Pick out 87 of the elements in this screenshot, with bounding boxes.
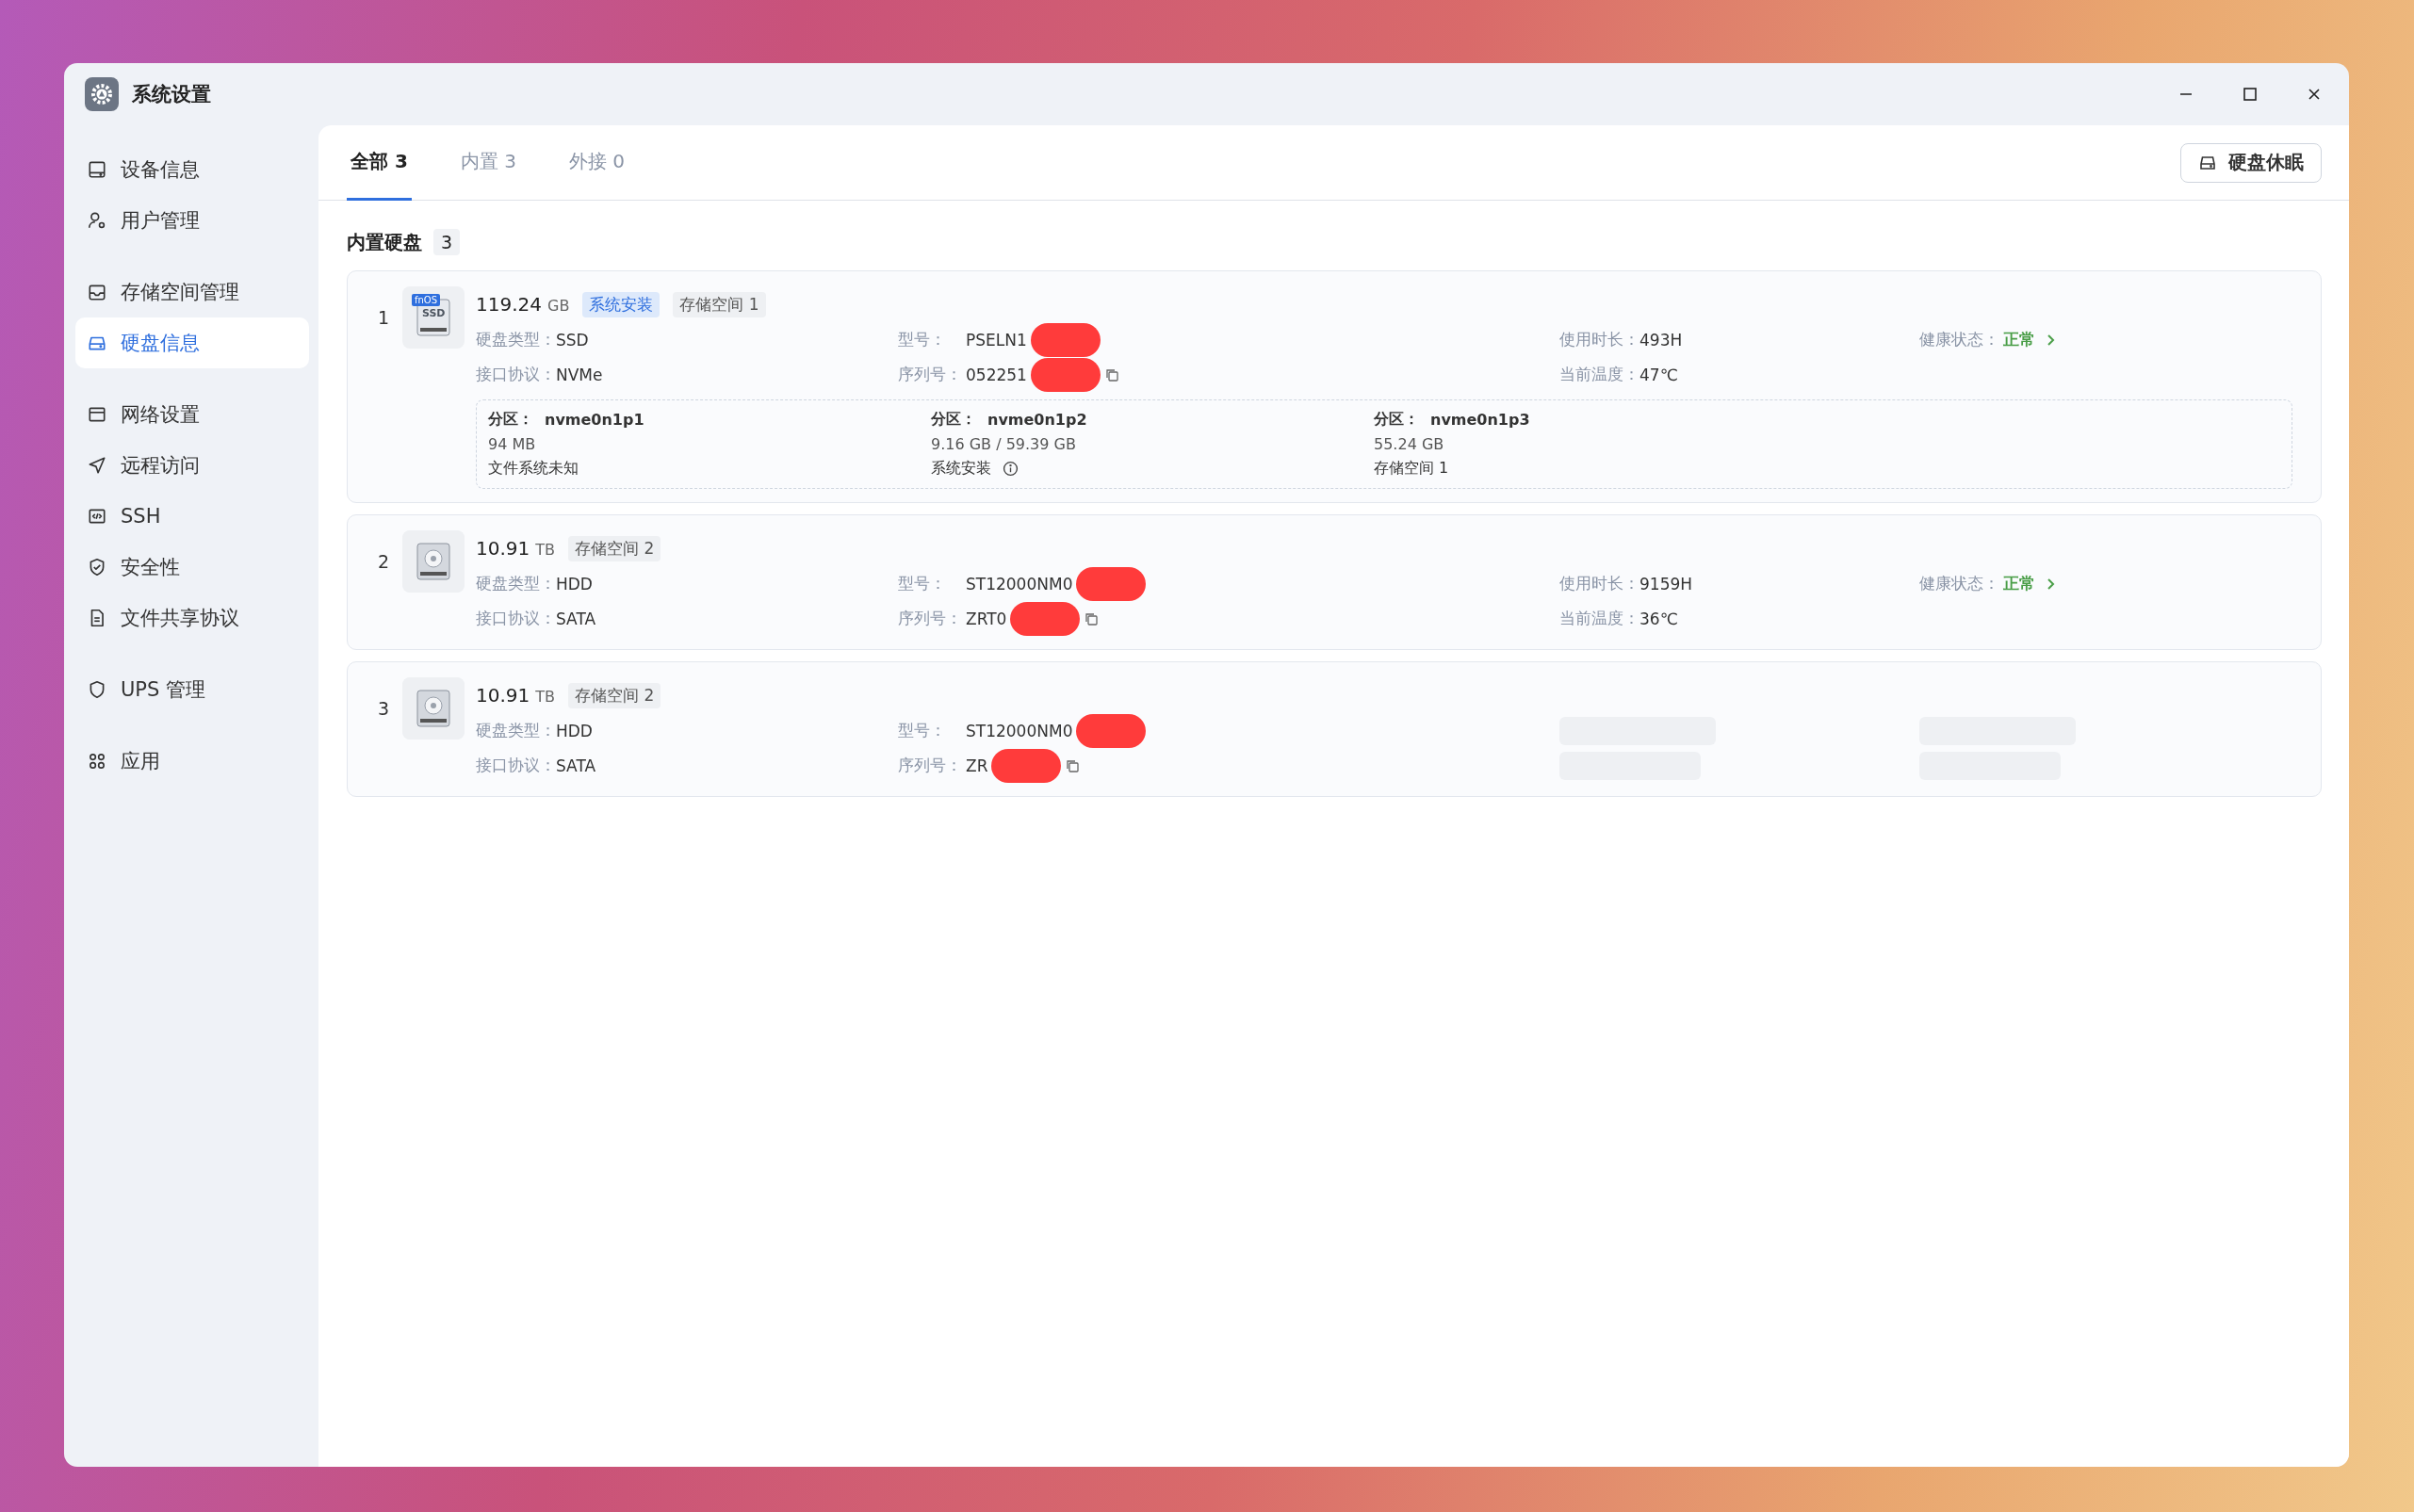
- partition-size: 55.24 GB: [1374, 435, 1445, 453]
- disk-size: 10.91: [476, 537, 530, 560]
- sidebar-item[interactable]: 网络设置: [75, 389, 309, 440]
- field-label: 序列号：: [898, 755, 963, 776]
- field-value: ZR: [966, 756, 988, 775]
- field-value: ZRT0: [966, 609, 1007, 628]
- field-label: 分区：: [1374, 410, 1419, 430]
- field-label: 序列号：: [898, 608, 963, 629]
- partition-usage: 存储空间 1: [1374, 459, 1449, 479]
- field-label: 硬盘类型：: [476, 720, 556, 741]
- size-unit: TB: [535, 688, 555, 706]
- field-label: 接口协议：: [476, 608, 556, 629]
- sidebar-item[interactable]: 设备信息: [75, 144, 309, 195]
- sidebar-item[interactable]: 硬盘信息: [75, 317, 309, 368]
- field-label: 分区：: [931, 410, 976, 430]
- field-value: SATA: [556, 609, 596, 628]
- tag: 系统安装: [582, 291, 661, 317]
- sidebar-item[interactable]: 安全性: [75, 542, 309, 593]
- field-value: SATA: [556, 756, 596, 775]
- tab[interactable]: 全部 3: [347, 125, 412, 201]
- sidebar-item[interactable]: 文件共享协议: [75, 593, 309, 643]
- field-value: 493H: [1639, 330, 1683, 350]
- tag: 存储空间 2: [568, 535, 661, 561]
- field-label: 硬盘类型：: [476, 573, 556, 594]
- sidebar-item[interactable]: 用户管理: [75, 195, 309, 246]
- copy-icon[interactable]: [1065, 757, 1081, 773]
- field-label: 型号：: [898, 329, 947, 350]
- tag: 存储空间 2: [568, 682, 661, 708]
- user-gear-icon: [87, 210, 107, 231]
- grid-icon: [87, 751, 107, 772]
- field-label: 健康状态：: [1919, 573, 1999, 594]
- copy-icon[interactable]: [1084, 610, 1100, 626]
- partition-size: 94 MB: [488, 435, 537, 453]
- disk-number: 2: [377, 550, 391, 574]
- field-label: 序列号：: [898, 364, 963, 385]
- field-value: NVMe: [556, 365, 603, 384]
- field-label: 型号：: [898, 573, 947, 594]
- field-value: 9159H: [1639, 574, 1693, 593]
- field-value: SSD: [556, 330, 589, 350]
- field-label: 接口协议：: [476, 755, 556, 776]
- partition-name: nvme0n1p3: [1430, 411, 1530, 429]
- field-value: 47℃: [1639, 365, 1678, 384]
- copy-icon[interactable]: [1103, 366, 1119, 382]
- gear-icon: [85, 77, 119, 111]
- partition-usage: 文件系统未知: [488, 459, 579, 479]
- partition-name: nvme0n1p1: [545, 411, 644, 429]
- disk-number: 3: [377, 697, 391, 721]
- field-label: 接口协议：: [476, 364, 556, 385]
- chevron-right-icon: [2045, 333, 2056, 347]
- disk-size: 10.91: [476, 684, 530, 707]
- field-value: 36℃: [1639, 609, 1678, 628]
- sidebar-item[interactable]: SSH: [75, 491, 309, 542]
- chevron-right-icon: [2045, 577, 2056, 591]
- field-value: HDD: [556, 721, 593, 740]
- field-label: 分区：: [488, 410, 533, 430]
- field-value: 052251: [966, 365, 1027, 384]
- field-label: 型号：: [898, 720, 947, 741]
- field-value: ST12000NM0: [966, 574, 1073, 593]
- section-title: 内置硬盘: [347, 229, 422, 255]
- size-unit: GB: [547, 297, 570, 315]
- ssd-icon: fnOS SSD: [402, 286, 465, 349]
- field-value: PSELN1: [966, 330, 1027, 350]
- field-label: 使用时长：: [1559, 573, 1639, 594]
- field-label: 硬盘类型：: [476, 329, 556, 350]
- size-unit: TB: [535, 541, 555, 559]
- sidebar-item[interactable]: 存储空间管理: [75, 267, 309, 317]
- field-label: 当前温度：: [1559, 608, 1639, 629]
- field-label: 当前温度：: [1559, 364, 1639, 385]
- field-value: ST12000NM0: [966, 721, 1073, 740]
- window-title: 系统设置: [132, 82, 212, 107]
- tag: 存储空间 1: [673, 291, 766, 317]
- field-value: HDD: [556, 574, 593, 593]
- field-label: 使用时长：: [1559, 329, 1639, 350]
- partition-name: nvme0n1p2: [987, 411, 1087, 429]
- disk-number: 1: [377, 306, 391, 330]
- monitor-icon: [87, 159, 107, 180]
- partition-size: 9.16 GB / 59.39 GB: [931, 435, 1077, 453]
- partition-usage: 系统安装: [931, 459, 991, 479]
- send-icon: [87, 455, 107, 476]
- disk-size: 119.24: [476, 293, 542, 316]
- disk-count: 3: [433, 229, 461, 255]
- field-label: 健康状态：: [1919, 329, 1999, 350]
- sidebar-item[interactable]: 应用: [75, 736, 309, 787]
- sidebar-item[interactable]: UPS 管理: [75, 664, 309, 715]
- sidebar-item[interactable]: 远程访问: [75, 440, 309, 491]
- info-icon[interactable]: [1003, 461, 1019, 477]
- sleep-button[interactable]: 硬盘休眠: [2180, 142, 2322, 183]
